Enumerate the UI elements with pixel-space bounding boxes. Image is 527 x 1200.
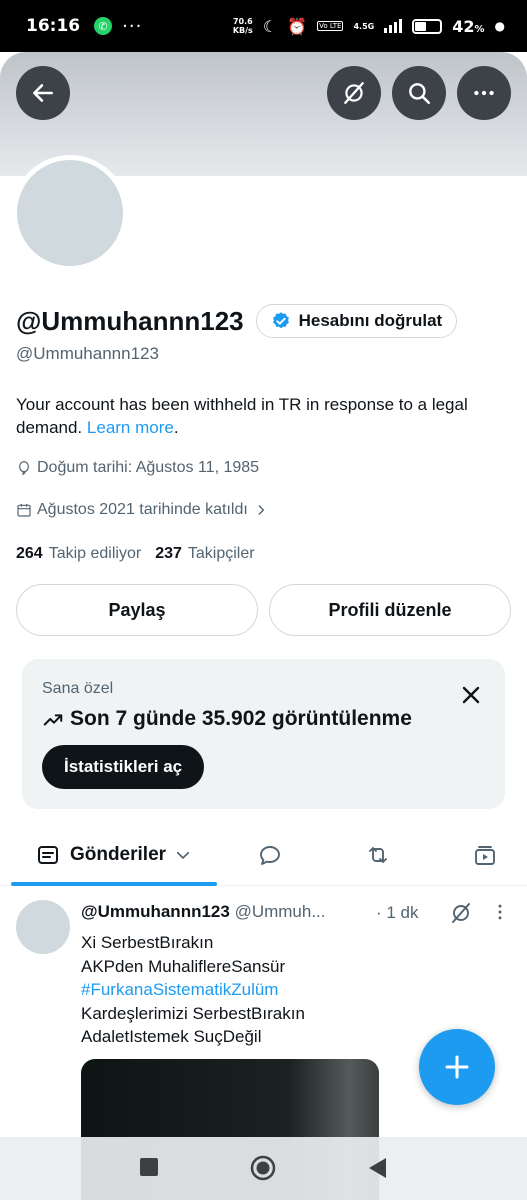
bio-text: Your account has been withheld in TR in … xyxy=(16,395,468,437)
status-bar: 16:16 ✆ ··· 70.6 KB/s ☾ ⏰ Vo LTE 4.5G 42… xyxy=(0,0,527,52)
battery-icon xyxy=(412,18,443,34)
edit-profile-button[interactable]: Profili düzenle xyxy=(269,584,511,636)
learn-more-link[interactable]: Learn more xyxy=(87,418,174,437)
birthday-text: Doğum tarihi: Ağustos 11, 1985 xyxy=(37,459,260,476)
battery-percent: 42% xyxy=(452,17,484,36)
tab-reposts[interactable] xyxy=(348,826,408,884)
media-icon xyxy=(475,846,495,865)
post-line: AdaletIstemek SuçDeğil xyxy=(81,1027,262,1046)
card-label: Sana özel xyxy=(42,680,114,697)
profile-handle: @Ummuhannn123 xyxy=(16,344,159,363)
following-label: Takip ediliyor xyxy=(48,545,142,562)
tab-replies[interactable] xyxy=(240,826,300,884)
active-tab-indicator xyxy=(11,882,217,886)
post-more-icon[interactable] xyxy=(490,902,510,922)
followers-link[interactable]: 237 Takipçiler xyxy=(155,545,254,563)
bio-end: . xyxy=(173,418,179,437)
more-button[interactable] xyxy=(457,66,511,120)
back-nav-icon[interactable] xyxy=(367,1157,387,1179)
profile-tabs: Gönderiler xyxy=(0,826,527,886)
joined-text: Ağustos 2021 tarihinde katıldı xyxy=(37,501,248,518)
balloon-icon xyxy=(19,461,29,476)
speed-value: 70.6 xyxy=(232,17,253,26)
reply-icon xyxy=(260,846,280,865)
chevron-right-icon xyxy=(258,505,265,515)
grok-icon[interactable] xyxy=(449,901,473,925)
verify-label: Hesabını doğrulat xyxy=(298,311,443,330)
home-icon[interactable] xyxy=(250,1155,276,1181)
back-button[interactable] xyxy=(16,66,70,120)
recents-icon[interactable] xyxy=(139,1157,159,1177)
tab-posts-label: Gönderiler xyxy=(69,844,167,865)
insights-card: Sana özel Son 7 günde 35.902 görüntülenm… xyxy=(22,659,505,809)
card-title-text: Son 7 günde 35.902 görüntülenme xyxy=(70,707,412,730)
post-line: AKPden MuhaliflereSansür xyxy=(81,956,286,976)
post-line: Xi SerbestBırakın xyxy=(81,933,214,952)
followers-label: Takipçiler xyxy=(187,545,255,562)
name-row: @Ummuhannn123 Hesabını doğrulat xyxy=(16,304,458,338)
speed-unit: KB/s xyxy=(232,26,253,35)
compose-button[interactable] xyxy=(419,1029,495,1105)
grok-button[interactable] xyxy=(327,66,381,120)
post-line: Kardeşlerimizi SerbestBırakın xyxy=(81,1003,305,1023)
profile-avatar[interactable] xyxy=(12,155,128,271)
display-name: @Ummuhannn123 xyxy=(16,305,244,336)
search-button[interactable] xyxy=(392,66,446,120)
battery-value: 42 xyxy=(452,16,475,36)
verify-account-button[interactable]: Hesabını doğrulat xyxy=(255,304,458,338)
retweet-icon xyxy=(369,847,387,863)
follow-stats: 264 Takip ediliyor 237 Takipçiler xyxy=(16,545,255,563)
grok-icon xyxy=(344,82,364,104)
chevron-down-icon xyxy=(176,851,190,860)
post-avatar[interactable] xyxy=(16,900,70,954)
followers-count: 237 xyxy=(155,545,182,562)
close-icon[interactable] xyxy=(459,683,483,707)
verified-badge-icon xyxy=(272,312,289,329)
following-count: 264 xyxy=(16,545,43,562)
trend-arrow-icon xyxy=(43,714,63,726)
posts-icon xyxy=(37,846,58,864)
whatsapp-icon: ✆ xyxy=(94,17,113,35)
post-text: Xi SerbestBırakın AKPden MuhaliflereSans… xyxy=(81,931,305,1049)
battery-unit: % xyxy=(474,23,485,35)
card-title: Son 7 günde 35.902 görüntülenme xyxy=(42,707,412,731)
back-arrow-icon xyxy=(33,84,53,102)
joined-row[interactable]: Ağustos 2021 tarihinde katıldı xyxy=(16,501,273,519)
post-author-handle: @Ummuh... xyxy=(234,902,326,921)
post-hashtag[interactable]: #FurkanaSistematikZulüm xyxy=(81,978,305,1002)
open-analytics-button[interactable]: İstatistikleri aç xyxy=(42,745,205,789)
volte-icon: Vo LTE xyxy=(317,21,344,31)
share-button[interactable]: Paylaş xyxy=(16,584,258,636)
plus-icon xyxy=(445,1055,469,1079)
following-link[interactable]: 264 Takip ediliyor xyxy=(16,545,141,563)
dot-indicator-icon: ● xyxy=(494,19,505,33)
tab-posts[interactable]: Gönderiler xyxy=(11,826,217,884)
calendar-icon xyxy=(17,504,31,517)
more-icon xyxy=(474,90,494,96)
status-time: 16:16 xyxy=(26,16,81,36)
signal-icon xyxy=(384,19,403,33)
profile-bio: Your account has been withheld in TR in … xyxy=(16,393,506,439)
system-nav-bar xyxy=(0,1137,527,1200)
birthday-row: Doğum tarihi: Ağustos 11, 1985 xyxy=(16,459,259,477)
search-icon xyxy=(409,83,431,105)
status-more-dots: ··· xyxy=(122,15,143,37)
alarm-off-icon: ⏰ xyxy=(287,16,308,36)
post-author-name: @Ummuhannn123 xyxy=(81,902,230,921)
network-type: 4.5G xyxy=(353,21,375,31)
post-time: · 1 dk xyxy=(376,903,419,922)
network-speed: 70.6 KB/s xyxy=(233,17,253,35)
moon-icon: ☾ xyxy=(262,16,278,36)
tab-media[interactable] xyxy=(455,826,515,884)
